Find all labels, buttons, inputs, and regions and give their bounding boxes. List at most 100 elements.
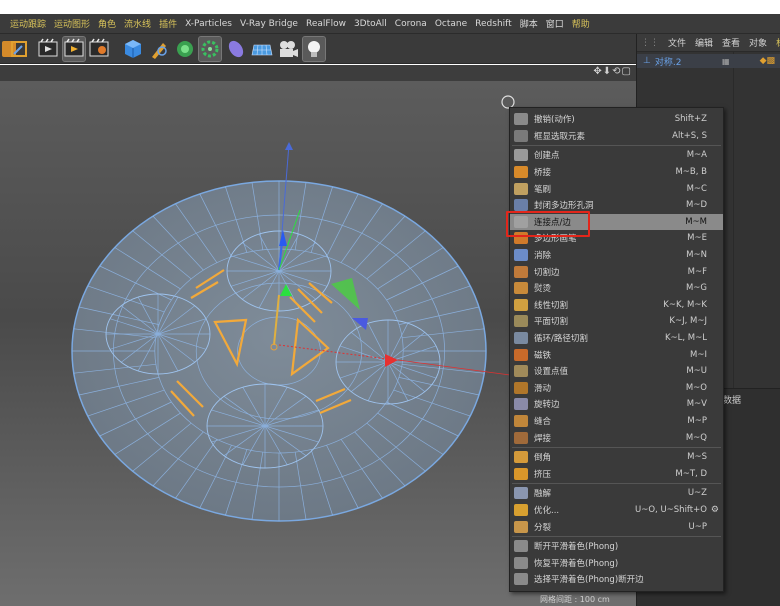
menu-item[interactable]: Redshift (475, 19, 512, 29)
context-menu-item[interactable]: 滑动 M~O (510, 380, 723, 397)
object-row-symmetry[interactable]: ⊥ 对称.2 ▦ ◆▩ (637, 54, 780, 68)
context-menu-item[interactable]: 融解 U~Z (510, 485, 723, 502)
create-point-icon (514, 149, 528, 162)
cube-icon[interactable] (122, 37, 144, 61)
render-view-icon[interactable] (37, 37, 59, 61)
panel-tab[interactable]: 文件 (668, 36, 686, 49)
context-menu-item[interactable]: 分裂 U~P (510, 518, 723, 535)
context-menu-item[interactable]: 循环/路径切割 K~L, M~L (510, 330, 723, 347)
object-visibility-icon[interactable]: ▦ (722, 57, 730, 66)
context-menu-item[interactable]: 选择平滑着色(Phong)断开边 (510, 571, 723, 588)
menu-item[interactable]: 运动图形 (54, 17, 90, 30)
undo-icon (514, 113, 528, 126)
menu-item-label: 焊接 (534, 433, 552, 444)
camera-icon[interactable] (277, 37, 299, 61)
panel-tab[interactable]: 查看 (722, 36, 740, 49)
subdivision-surface-icon[interactable] (174, 37, 196, 61)
menu-separator (512, 145, 721, 147)
spin-edge-icon (514, 398, 528, 411)
menu-item[interactable]: 流水线 (124, 17, 151, 30)
context-menu-item[interactable]: 倒角 M~S (510, 449, 723, 466)
menu-item[interactable]: 窗口 (546, 17, 564, 30)
floor-icon[interactable] (251, 37, 273, 61)
panel-tab[interactable]: 编辑 (695, 36, 713, 49)
array-icon[interactable] (198, 36, 222, 62)
melt-icon (514, 487, 528, 500)
menu-item[interactable]: 脚本 (520, 17, 538, 30)
menu-item[interactable]: 帮助 (572, 17, 590, 30)
context-menu-item[interactable]: 优化... U~O, U~Shift+O ⚙ (510, 502, 723, 519)
frame-selection-icon (514, 129, 528, 142)
menu-item-shortcut: K~J, M~J (669, 316, 707, 327)
menu-item-shortcut: K~K, M~K (663, 299, 707, 310)
menu-item[interactable]: Corona (395, 19, 427, 29)
menu-item-label: 分裂 (534, 522, 552, 533)
menu-item[interactable]: 运动跟踪 (10, 17, 46, 30)
context-menu-item[interactable]: 旋转边 M~V (510, 396, 723, 413)
context-menu-item[interactable]: 缝合 M~P (510, 413, 723, 430)
panel-tab[interactable]: 标签 (776, 36, 780, 49)
menu-item-label: 优化... (534, 506, 560, 517)
viewport-nav-icons[interactable]: ✥⬇⟲▢ (593, 66, 632, 77)
options-gear-icon[interactable]: ⚙ (711, 505, 719, 515)
attribute-tab-data[interactable]: 数据 (723, 393, 741, 406)
menu-item-label: 循环/路径切割 (534, 334, 588, 345)
context-menu-item[interactable]: 熨烫 M~G (510, 280, 723, 297)
menu-item[interactable]: V-Ray Bridge (240, 19, 298, 29)
menu-item[interactable]: RealFlow (306, 19, 346, 29)
menu-separator (512, 536, 721, 537)
menu-item[interactable]: 插件 (159, 17, 177, 30)
optimize-icon (514, 504, 528, 517)
context-menu-item[interactable]: 设置点值 M~U (510, 363, 723, 380)
menu-item-shortcut: M~G (685, 283, 707, 294)
panel-tab[interactable]: 对象 (749, 36, 767, 49)
menu-item-shortcut: M~P (687, 416, 707, 427)
menu-item-shortcut: U~Z (687, 488, 707, 499)
menu-item[interactable]: 角色 (98, 17, 116, 30)
menu-item-shortcut: M~N (686, 250, 707, 261)
context-menu-item[interactable]: 消除 M~N (510, 247, 723, 264)
context-menu-item[interactable]: 恢复平滑着色(Phong) (510, 555, 723, 572)
menu-item-shortcut: M~B, B (675, 167, 707, 178)
bevel-icon (514, 451, 528, 464)
context-menu-item[interactable]: 磁铁 M~I (510, 346, 723, 363)
menu-item-shortcut: U~P (688, 521, 707, 532)
menu-item-shortcut: Alt+S, S (672, 130, 707, 141)
menu-item[interactable]: X-Particles (185, 19, 232, 29)
context-menu-item[interactable]: 切割边 M~F (510, 263, 723, 280)
context-menu-item[interactable]: 撤销(动作) Shift+Z (510, 111, 723, 128)
menu-item-shortcut: M~M (685, 216, 707, 227)
menu-item-label: 选择平滑着色(Phong)断开边 (534, 575, 644, 586)
render-picture-viewer-icon[interactable] (62, 36, 86, 62)
context-menu-item[interactable]: 创建点 M~A (510, 147, 723, 164)
pen-icon[interactable] (148, 37, 170, 61)
context-menu-item[interactable]: 断开平滑着色(Phong) (510, 538, 723, 555)
object-tag-icon[interactable]: ◆▩ (760, 56, 775, 66)
context-menu-item[interactable]: 框显选取元素 Alt+S, S (510, 128, 723, 145)
menu-item-shortcut: M~T, D (675, 468, 707, 479)
context-menu-item[interactable]: 线性切割 K~K, M~K (510, 297, 723, 314)
menu-item-label: 撤销(动作) (534, 115, 575, 126)
menu-item[interactable]: 3DtoAll (354, 19, 387, 29)
menu-item-shortcut: M~F (687, 266, 707, 277)
context-menu-item[interactable]: 笔刷 M~C (510, 180, 723, 197)
iron-icon (514, 282, 528, 295)
menu-bar: 运动跟踪 运动图形 角色 流水线 插件 X-Particles V-Ray Bridge Re… (0, 14, 780, 34)
menu-item-label: 旋转边 (534, 400, 560, 411)
coordinate-system-icon[interactable] (8, 37, 30, 61)
context-menu-item[interactable]: 挤压 M~T, D (510, 466, 723, 483)
mesh-object (71, 180, 487, 522)
context-menu-item[interactable]: 桥接 M~B, B (510, 164, 723, 181)
menu-item[interactable]: Octane (435, 19, 467, 29)
highlight-annotation-box (506, 211, 590, 237)
menu-item-label: 挤压 (534, 469, 552, 480)
select-phong-edges-icon (514, 573, 528, 586)
context-menu-item[interactable]: 焊接 M~Q (510, 429, 723, 446)
object-name[interactable]: 对称.2 (655, 55, 682, 68)
render-settings-icon[interactable] (88, 37, 110, 61)
light-icon[interactable] (302, 36, 326, 62)
menu-item-label: 平面切割 (534, 317, 569, 328)
deformer-icon[interactable] (225, 37, 247, 61)
context-menu-item[interactable]: 平面切割 K~J, M~J (510, 313, 723, 330)
loop-path-cut-icon (514, 332, 528, 345)
